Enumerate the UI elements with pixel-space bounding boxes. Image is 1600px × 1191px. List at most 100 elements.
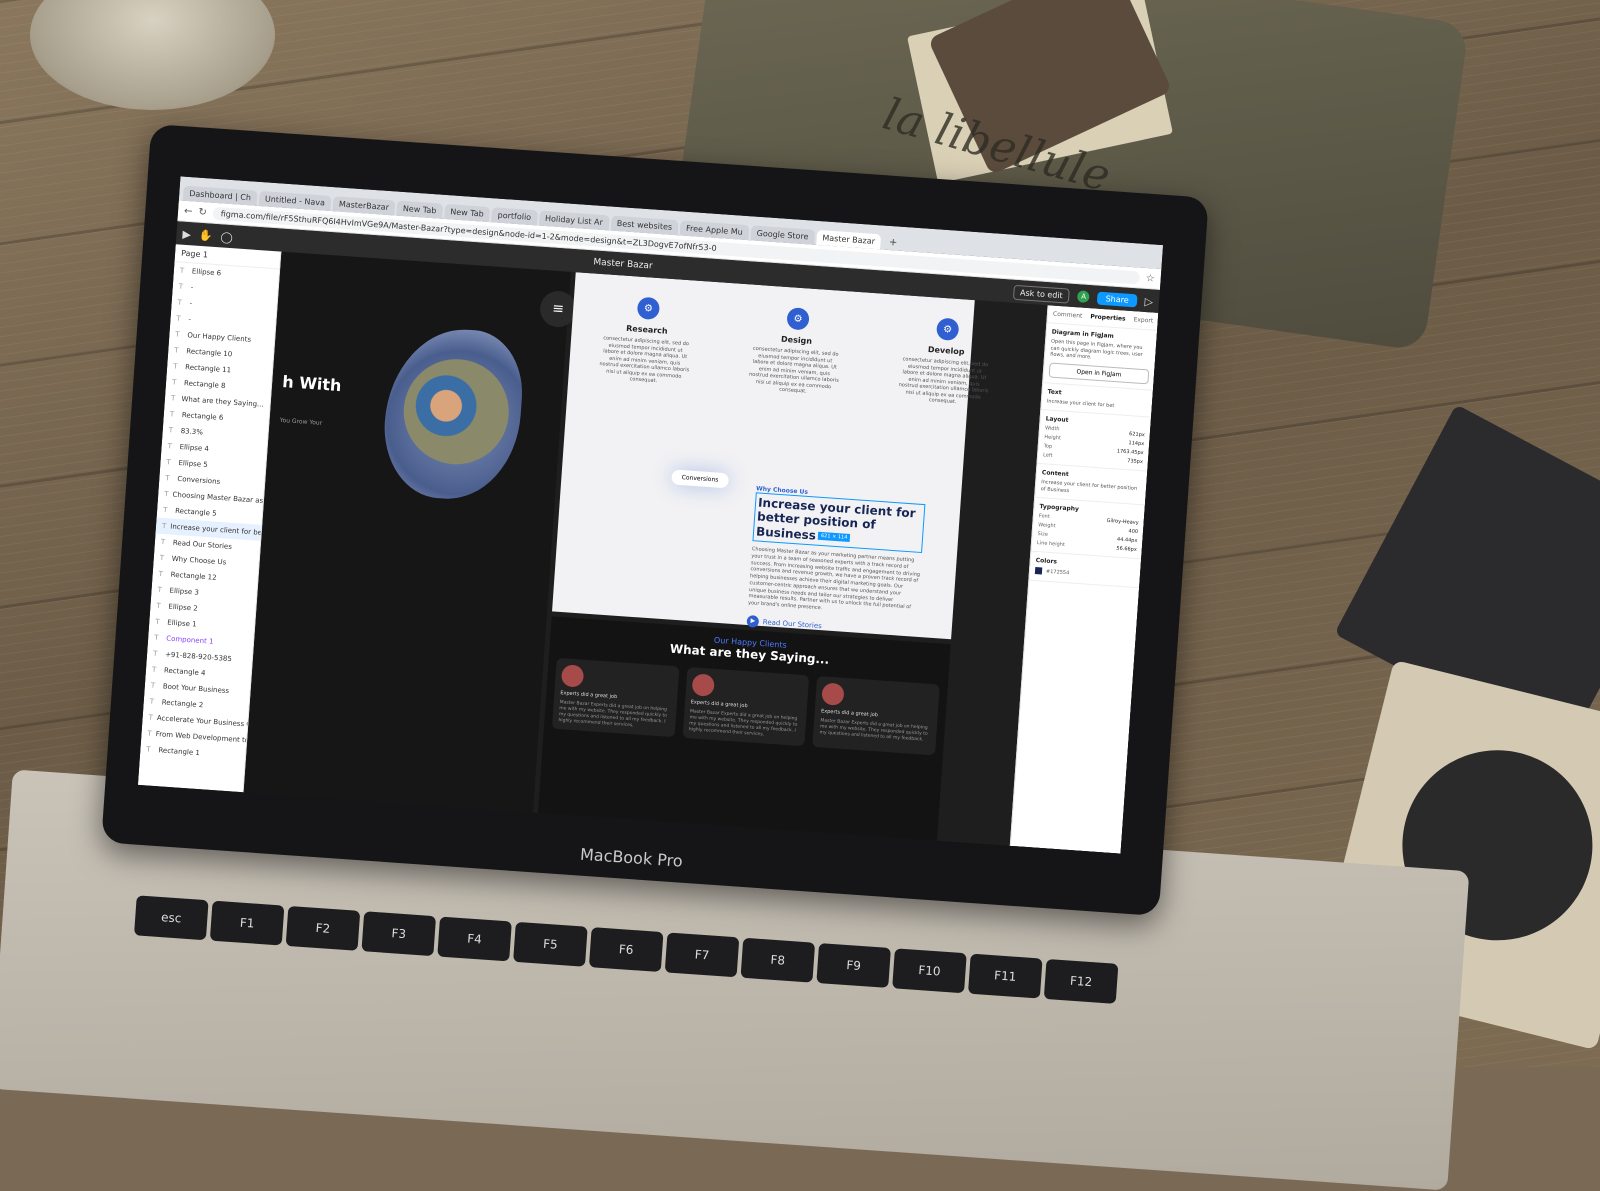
keyboard-key: F6 — [588, 927, 664, 973]
layer-type-icon: T — [157, 585, 163, 595]
layer-label: Rectangle 6 — [181, 411, 224, 422]
layout-key: Height — [1044, 434, 1062, 442]
browser-tab[interactable]: New Tab — [443, 203, 491, 223]
move-tool-icon[interactable]: ▶ — [182, 227, 191, 241]
layer-type-icon: T — [158, 569, 164, 579]
layer-type-icon: T — [178, 282, 184, 291]
typography-key: Font — [1038, 513, 1050, 520]
layer-type-icon: T — [167, 442, 173, 451]
star-icon[interactable]: ☆ — [1145, 272, 1155, 284]
conversions-pill: Conversions — [671, 469, 729, 489]
layer-type-icon: T — [156, 601, 162, 611]
keyboard-key: F1 — [209, 900, 285, 946]
team-photo — [400, 355, 513, 468]
layer-label: Ellipse 4 — [179, 442, 210, 454]
why-body: Choosing Master Bazar as your marketing … — [747, 546, 921, 612]
layer-label: Rectangle 1 — [158, 746, 201, 758]
process-steps: ⚙ Research consectetur adipiscing elit, se… — [598, 294, 993, 407]
keyboard-key: F8 — [740, 937, 816, 983]
layer-type-icon: T — [147, 729, 153, 738]
reload-icon[interactable]: ↻ — [198, 206, 207, 218]
open-figjam-button[interactable]: Open in FigJam — [1048, 361, 1150, 384]
keyboard-key: F12 — [1043, 958, 1119, 1004]
step-desc: consectetur adipiscing elit, sed do eius… — [599, 335, 690, 385]
comment-tool-icon[interactable]: ◯ — [220, 230, 233, 244]
layer-type-icon: T — [159, 553, 165, 563]
layer-type-icon: T — [172, 362, 178, 371]
testimonial-card: Experts did a great job Master Bazar Expe… — [551, 657, 680, 738]
browser-tab[interactable]: portfolio — [491, 207, 538, 226]
layer-type-icon: T — [177, 298, 183, 307]
layer-label: Rectangle 11 — [184, 363, 232, 375]
avatar — [560, 664, 585, 688]
keyboard-key: F11 — [967, 953, 1043, 999]
layer-type-icon: T — [162, 506, 168, 515]
layer-type-icon: T — [146, 745, 151, 754]
properties-tab[interactable]: Comment — [1053, 311, 1083, 320]
layer-type-icon: T — [155, 617, 160, 627]
layer-label: Rectangle 10 — [186, 347, 233, 359]
testimonial-quote: Master Bazar Experts did a great job on … — [688, 709, 798, 737]
back-icon[interactable]: ← — [184, 205, 193, 217]
present-icon[interactable]: ▷ — [1144, 294, 1153, 308]
gear-icon: ⚙ — [786, 307, 810, 331]
layer-label: Conversions — [177, 474, 221, 486]
ask-to-edit-button[interactable]: Ask to edit — [1012, 284, 1071, 304]
color-hex: #172554 — [1045, 568, 1070, 577]
testimonial-card: Experts did a great job Master Bazar Expe… — [812, 676, 940, 756]
process-step: ⚙ Develop consectetur adipiscing elit, sed… — [898, 315, 994, 408]
browser-tab[interactable]: New Tab — [396, 200, 443, 219]
layer-label: - — [190, 283, 194, 292]
layer-type-icon: T — [148, 713, 154, 722]
hand-tool-icon[interactable]: ✋ — [198, 228, 213, 242]
layer-type-icon: T — [179, 266, 185, 275]
properties-tab[interactable]: Export — [1133, 316, 1153, 324]
new-tab-icon[interactable]: + — [882, 235, 903, 251]
typography-values: Font Gilroy-Heavy Weight 400 Size 44.44px Line… — [1037, 513, 1139, 553]
hero-text: h With — [281, 372, 343, 396]
layer-type-icon: T — [168, 426, 174, 435]
step-desc: consectetur adipiscing elit, sed do eius… — [748, 345, 839, 395]
testimonial-quote: Master Bazar Experts did a great job on … — [819, 718, 928, 743]
design-canvas[interactable]: h With You Grow Your ≡ ⚙ Research consecte… — [243, 251, 1159, 854]
properties-tab[interactable]: Properties — [1090, 313, 1126, 322]
layer-label: Our Happy Clients — [187, 331, 252, 344]
gear-icon: ⚙ — [935, 317, 960, 342]
content-text: Increase your client for better position… — [1040, 479, 1138, 494]
layout-section: Layout Width 621px Height 114px Top 1763.45px… — [1037, 410, 1152, 472]
typography-value: 56.66px — [1116, 545, 1137, 553]
layer-label: Ellipse 3 — [169, 586, 200, 597]
keyboard-key: F3 — [361, 911, 437, 957]
typography-value: 44.44px — [1116, 536, 1138, 545]
layer-type-icon: T — [149, 697, 155, 706]
keyboard-key: F2 — [285, 905, 361, 951]
keyboard-key: F9 — [816, 943, 891, 988]
typography-value: 400 — [1128, 528, 1139, 536]
hero-frame: h With You Grow Your ≡ — [243, 251, 578, 813]
diagram-desc: Open this page in FigJam, where you can … — [1049, 338, 1143, 361]
layer-label: Ellipse 5 — [178, 458, 209, 469]
avatar[interactable]: A — [1077, 290, 1091, 304]
typography-key: Weight — [1038, 522, 1056, 530]
avatar — [821, 682, 846, 706]
layer-type-icon: T — [151, 665, 157, 674]
share-button[interactable]: Share — [1097, 291, 1138, 307]
keyboard-key: esc — [134, 895, 209, 941]
layer-type-icon: T — [153, 633, 159, 642]
layer-type-icon: T — [171, 378, 177, 387]
layout-key: Top — [1043, 443, 1053, 450]
why-heading[interactable]: Increase your client for better position… — [752, 492, 926, 554]
file-title[interactable]: Master Bazar — [593, 257, 653, 271]
layer-type-icon: T — [152, 649, 158, 658]
layer-label: Boot Your Business — [162, 682, 230, 696]
screen: Dashboard | Ch Untitled - Nava MasterBazar… — [137, 176, 1164, 854]
layer-type-icon: T — [166, 458, 172, 467]
layout-key: Width — [1044, 425, 1060, 433]
keyboard-key: F7 — [664, 932, 740, 978]
process-frame: ⚙ Research consectetur adipiscing elit, se… — [552, 272, 989, 640]
keyboard-key: F4 — [437, 916, 512, 962]
play-icon: ▶ — [746, 614, 760, 628]
layer-label: What are they Saying... — [181, 395, 265, 409]
layer-type-icon: T — [161, 521, 167, 531]
hero-subtext: You Grow Your — [279, 416, 323, 427]
